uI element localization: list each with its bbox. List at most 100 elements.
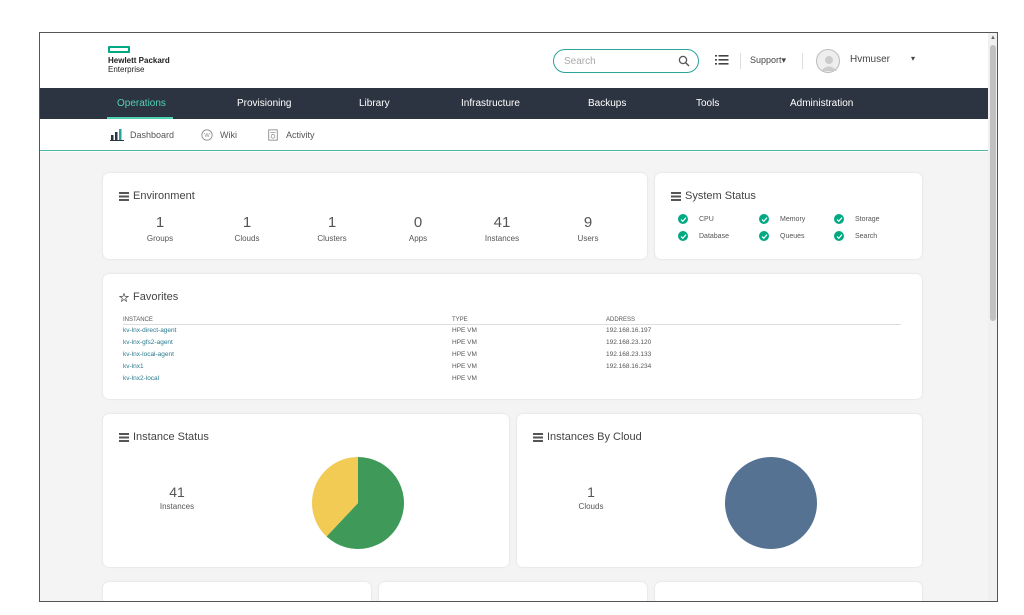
status-memory: Memory bbox=[759, 214, 805, 224]
card-title: Instance Status bbox=[119, 431, 209, 443]
subnav-dashboard[interactable]: Dashboard bbox=[110, 129, 174, 141]
check-circle-icon bbox=[678, 214, 688, 224]
nav-operations[interactable]: Operations bbox=[117, 98, 166, 109]
instance-link[interactable]: kv-lnx1 bbox=[123, 363, 144, 370]
status-search: Search bbox=[834, 231, 877, 241]
instance-address: 192.168.23.133 bbox=[606, 351, 652, 358]
card-title: Favorites bbox=[119, 291, 178, 303]
check-circle-icon bbox=[759, 214, 769, 224]
star-icon bbox=[119, 292, 129, 302]
app-window: Hewlett Packard Enterprise Support▾ bbox=[39, 32, 998, 602]
list-icon bbox=[533, 432, 543, 442]
instance-link[interactable]: kv-lnx-gfs2-agent bbox=[123, 339, 173, 346]
stat-value: 1 bbox=[155, 214, 165, 231]
dashboard-card-partial bbox=[655, 582, 922, 601]
status-label: Storage bbox=[855, 215, 880, 223]
stat-groups[interactable]: 1 Groups bbox=[120, 214, 200, 243]
stat-value: 41 bbox=[493, 214, 511, 231]
card-title: System Status bbox=[671, 190, 756, 202]
avatar[interactable] bbox=[816, 49, 840, 73]
stat-clouds[interactable]: 1 Clouds bbox=[207, 214, 287, 243]
instances-by-cloud-pie[interactable] bbox=[724, 456, 818, 550]
instance-address: 192.168.16.197 bbox=[606, 327, 652, 334]
instance-link[interactable]: kv-lnx-direct-agent bbox=[123, 327, 176, 334]
page-scrollbar[interactable]: ▲ bbox=[988, 33, 997, 601]
check-circle-icon bbox=[759, 231, 769, 241]
stat-label: Users bbox=[577, 234, 599, 243]
column-header-instance[interactable]: INSTANCE bbox=[123, 317, 153, 323]
instances-by-cloud-card: Instances By Cloud 1 Clouds bbox=[517, 414, 922, 567]
instance-status-pie[interactable] bbox=[311, 456, 405, 550]
instance-count-label: Instances bbox=[159, 502, 195, 511]
instance-address: 192.168.23.120 bbox=[606, 339, 652, 346]
instance-type: HPE VM bbox=[452, 327, 477, 334]
search-input[interactable] bbox=[564, 54, 674, 69]
nav-backups[interactable]: Backups bbox=[588, 98, 626, 109]
stat-users[interactable]: 9 Users bbox=[548, 214, 628, 243]
column-header-type[interactable]: TYPE bbox=[452, 317, 468, 323]
nav-administration[interactable]: Administration bbox=[790, 98, 853, 109]
nav-provisioning[interactable]: Provisioning bbox=[237, 98, 291, 109]
stat-label: Apps bbox=[408, 234, 428, 243]
subnav-label: Activity bbox=[286, 130, 315, 140]
subnav-activity[interactable]: Activity bbox=[266, 129, 315, 141]
stat-value: 1 bbox=[242, 214, 252, 231]
nav-tools[interactable]: Tools bbox=[696, 98, 719, 109]
search-box[interactable] bbox=[553, 49, 699, 73]
table-row: kv-lnx-direct-agent HPE VM 192.168.16.19… bbox=[123, 325, 901, 337]
status-label: Queues bbox=[780, 232, 805, 240]
scroll-up-arrow-icon[interactable]: ▲ bbox=[990, 35, 996, 41]
cloud-count-value: 1 bbox=[587, 484, 595, 500]
column-header-address[interactable]: ADDRESS bbox=[606, 317, 635, 323]
stat-instances[interactable]: 41 Instances bbox=[462, 214, 542, 243]
check-circle-icon bbox=[834, 231, 844, 241]
card-title: Instances By Cloud bbox=[533, 431, 642, 443]
search-icon[interactable] bbox=[678, 55, 690, 67]
subnav-label: Dashboard bbox=[130, 130, 175, 140]
main-nav: Operations Provisioning Library Infrastr… bbox=[40, 88, 988, 119]
username[interactable]: Hvmuser bbox=[850, 54, 890, 65]
subnav-label: Wiki bbox=[220, 130, 237, 140]
instance-type: HPE VM bbox=[452, 375, 477, 382]
instance-status-card: Instance Status 41 Instances bbox=[103, 414, 509, 567]
instances-by-cloud-slice[interactable] bbox=[725, 457, 817, 549]
status-label: Search bbox=[855, 232, 878, 240]
sub-nav: Dashboard W Wiki Activity bbox=[40, 119, 988, 151]
hpe-logo[interactable]: Hewlett Packard Enterprise bbox=[108, 46, 170, 74]
subnav-wiki[interactable]: W Wiki bbox=[200, 129, 237, 141]
cloud-count: 1 Clouds bbox=[551, 484, 631, 511]
list-icon[interactable] bbox=[715, 54, 729, 66]
table-row: kv-lnx-local-agent HPE VM 192.168.23.133 bbox=[123, 349, 901, 361]
logo-text-line2: Enterprise bbox=[108, 65, 145, 74]
status-label: Memory bbox=[780, 215, 806, 223]
header-divider bbox=[740, 53, 741, 69]
instance-link[interactable]: kv-lnx-local-agent bbox=[123, 351, 174, 358]
instance-status-title: Instance Status bbox=[133, 431, 209, 443]
scroll-thumb[interactable] bbox=[990, 45, 996, 321]
status-label: CPU bbox=[699, 215, 714, 223]
stat-apps[interactable]: 0 Apps bbox=[378, 214, 458, 243]
instance-link[interactable]: kv-lnx2-local bbox=[123, 375, 159, 382]
stat-clusters[interactable]: 1 Clusters bbox=[292, 214, 372, 243]
favorites-title: Favorites bbox=[133, 291, 179, 303]
stat-value: 1 bbox=[327, 214, 337, 231]
logo-text-line1: Hewlett Packard bbox=[108, 56, 170, 65]
nav-library[interactable]: Library bbox=[359, 98, 390, 109]
table-row: kv-lnx-gfs2-agent HPE VM 192.168.23.120 bbox=[123, 337, 901, 349]
stat-label: Clusters bbox=[317, 234, 347, 243]
stat-label: Instances bbox=[484, 234, 520, 243]
status-cpu: CPU bbox=[678, 214, 714, 224]
favorites-card: Favorites INSTANCE TYPE ADDRESS kv-lnx-d… bbox=[103, 274, 922, 399]
table-header: INSTANCE TYPE ADDRESS bbox=[123, 315, 901, 325]
support-label: Support bbox=[750, 55, 782, 65]
status-label: Database bbox=[699, 232, 729, 240]
bar-chart-icon bbox=[110, 129, 124, 141]
nav-infrastructure[interactable]: Infrastructure bbox=[461, 98, 520, 109]
check-circle-icon bbox=[834, 214, 844, 224]
instance-type: HPE VM bbox=[452, 339, 477, 346]
card-title: Environment bbox=[119, 190, 195, 202]
chevron-down-icon[interactable]: ▾ bbox=[911, 54, 915, 63]
cloud-count-label: Clouds bbox=[578, 502, 604, 511]
system-status-title: System Status bbox=[685, 190, 756, 202]
support-menu[interactable]: Support▾ bbox=[750, 55, 786, 66]
